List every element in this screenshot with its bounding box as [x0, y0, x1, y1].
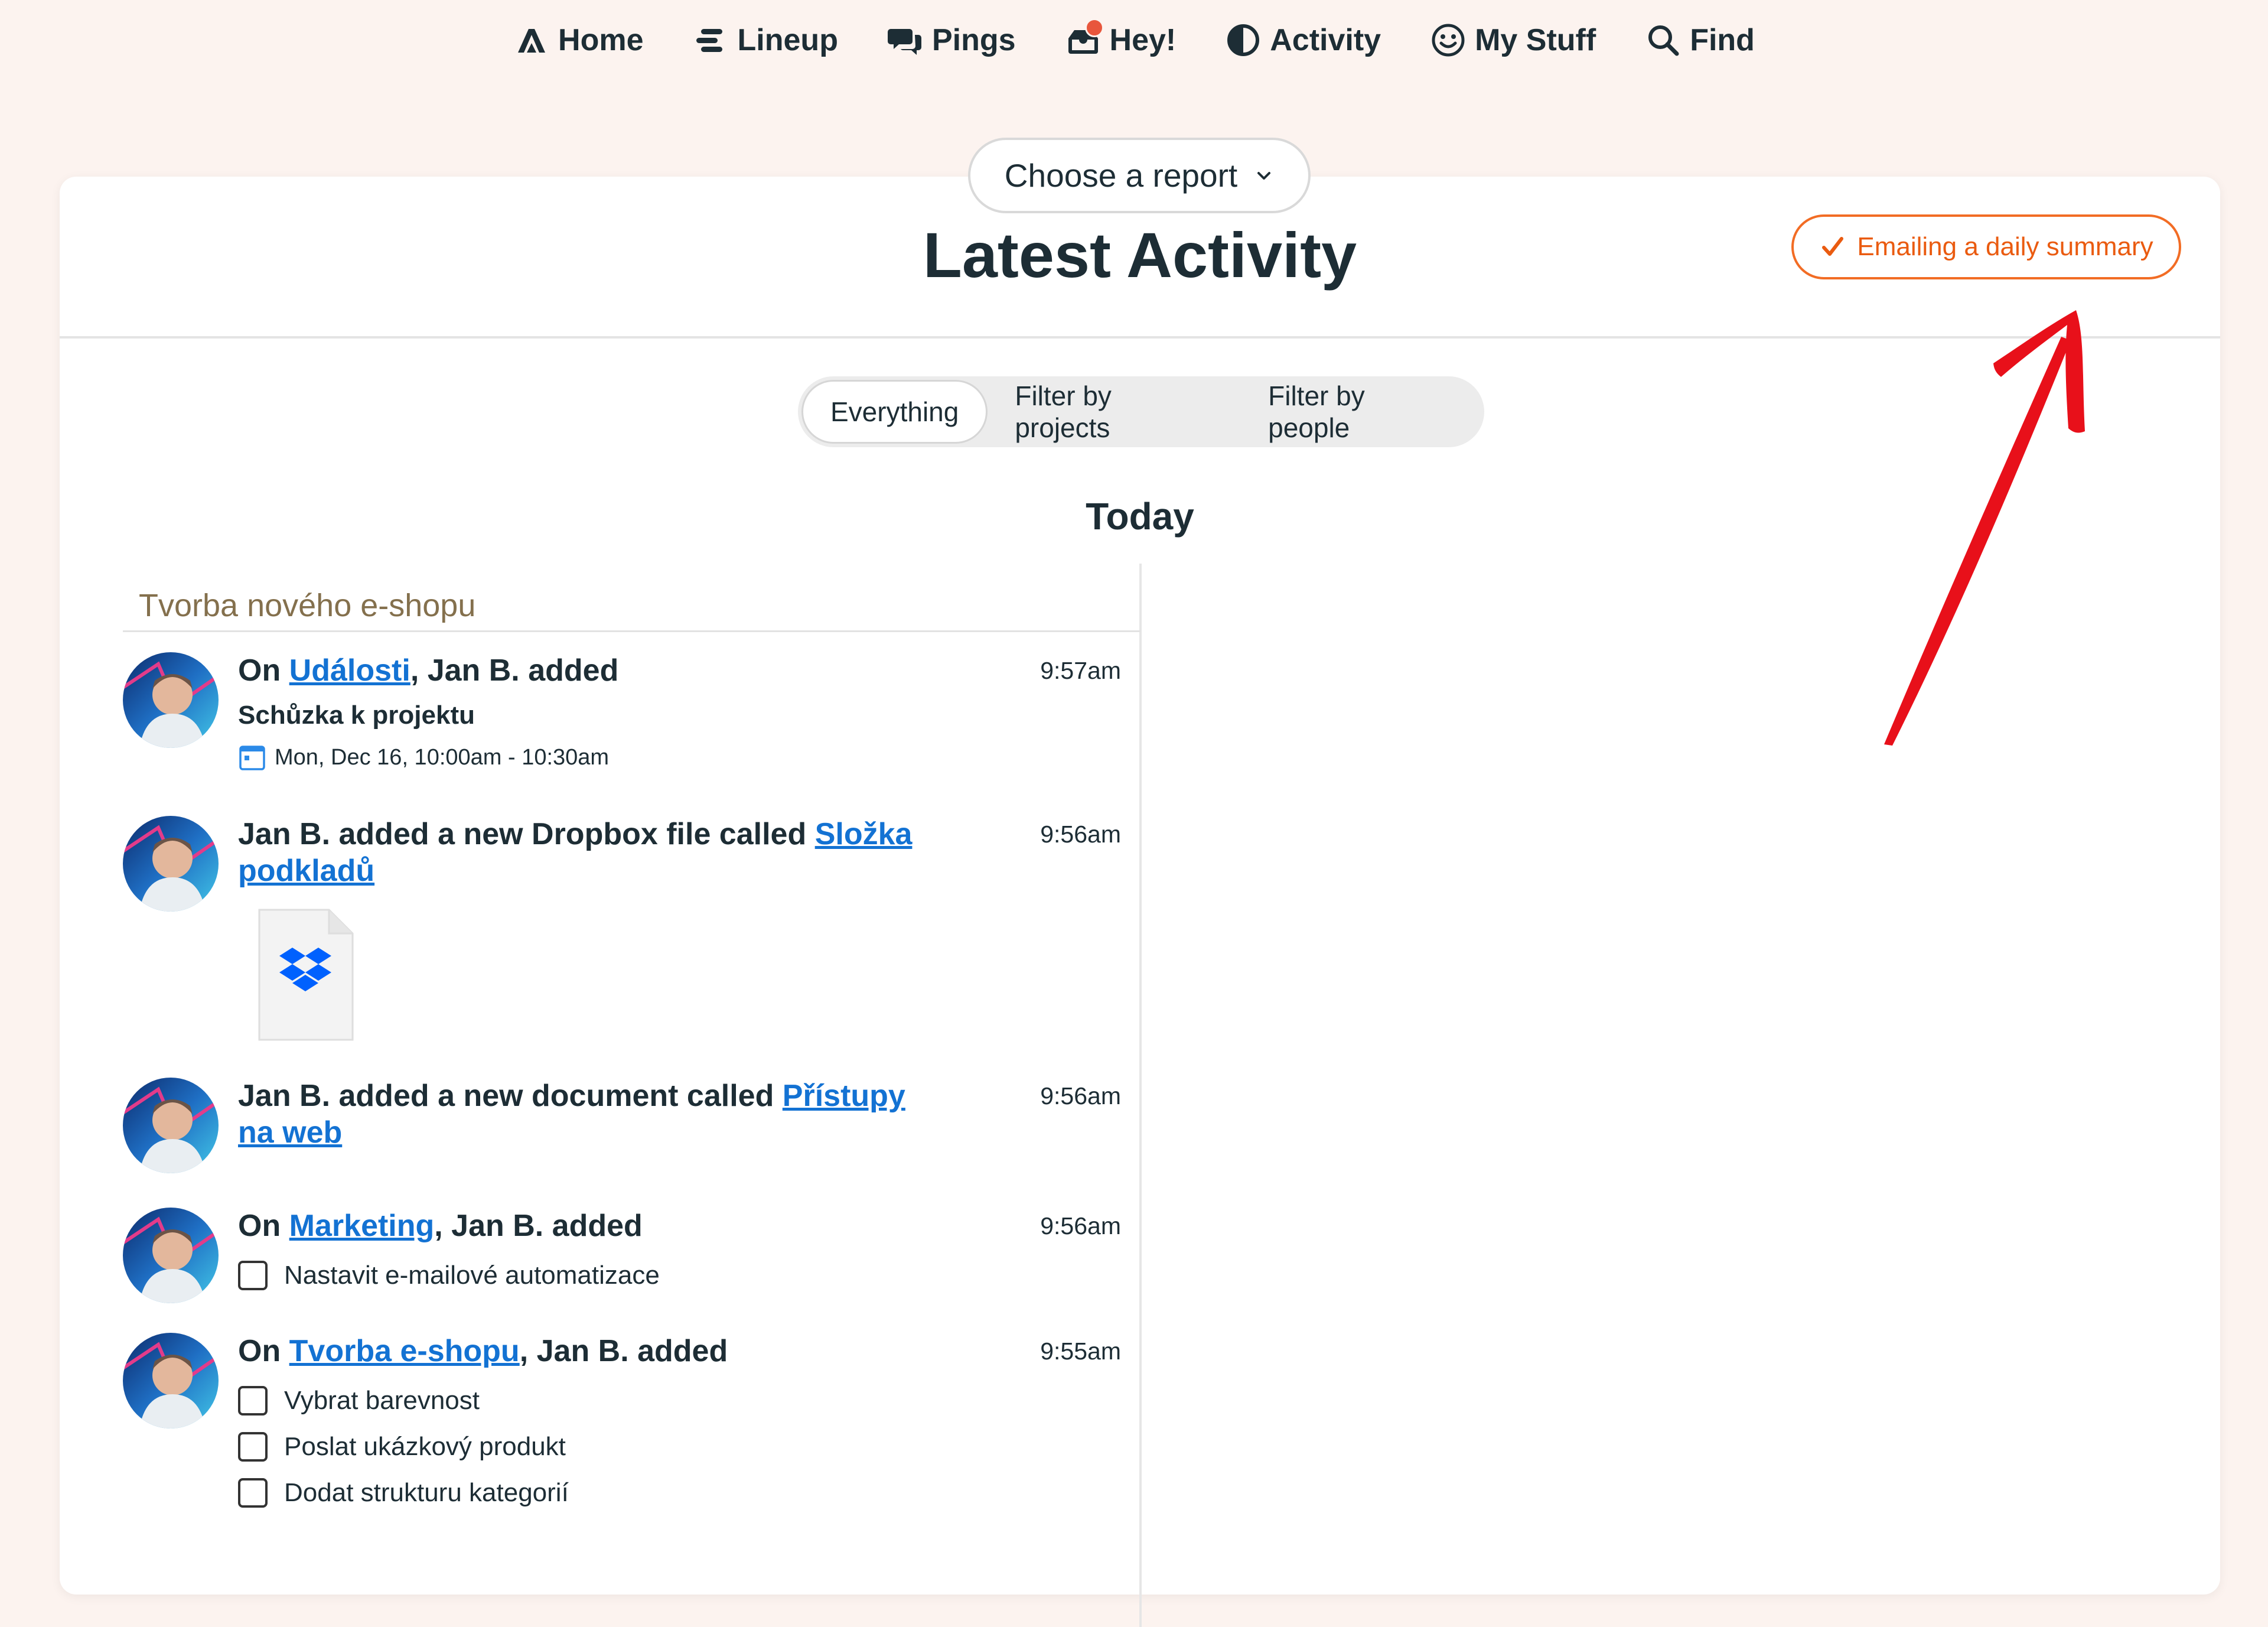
choose-report-dropdown[interactable]: Choose a report — [968, 138, 1311, 213]
entry-body: On Tvorba e-shopu, Jan B. added Vybrat b… — [238, 1333, 935, 1508]
choose-report-label: Choose a report — [1004, 157, 1238, 194]
entry-link[interactable]: Marketing — [289, 1209, 435, 1243]
chevron-down-icon — [1257, 172, 1271, 180]
filter-tabs: Everything Filter by projects Filter by … — [798, 376, 1484, 447]
todo-checkbox[interactable] — [238, 1386, 268, 1416]
todo-item: Nastavit e-mailové automatizace — [238, 1261, 935, 1290]
entry-body: Jan B. added a new document called Příst… — [238, 1078, 935, 1151]
project-divider — [123, 630, 1140, 632]
entry-suffix: , Jan B. added — [519, 1334, 728, 1368]
filter-by-projects[interactable]: Filter by projects — [988, 380, 1241, 444]
todo-item: Vybrat barevnost — [238, 1386, 935, 1416]
filter-by-people[interactable]: Filter by people — [1241, 380, 1481, 444]
event-date-text: Mon, Dec 16, 10:00am - 10:30am — [275, 744, 610, 770]
nav-activity-label: Activity — [1270, 22, 1381, 57]
todo-item: Dodat strukturu kategorií — [238, 1478, 935, 1508]
nav-home[interactable]: Home — [513, 22, 644, 58]
event-title[interactable]: Schůzka k projektu — [238, 701, 935, 730]
entry-time: 9:56am — [1040, 821, 1121, 848]
nav-home-label: Home — [558, 22, 644, 57]
hey-icon — [1065, 18, 1104, 58]
top-navigation: Home Lineup Pings Hey! Activity My Stuff — [0, 0, 2268, 80]
entry-title: On Události, Jan B. added — [238, 652, 935, 689]
nav-hey-label: Hey! — [1109, 22, 1177, 57]
entry-body: On Marketing, Jan B. added Nastavit e-ma… — [238, 1208, 935, 1290]
search-icon — [1645, 22, 1682, 58]
entry-time: 9:56am — [1040, 1082, 1121, 1109]
nav-my-stuff-label: My Stuff — [1475, 22, 1596, 57]
email-summary-label: Emailing a daily summary — [1857, 232, 2153, 261]
entry-link[interactable]: Události — [289, 653, 410, 688]
entry-prefix: On — [238, 1209, 289, 1243]
checkmark-icon — [1822, 237, 1844, 256]
todo-label[interactable]: Nastavit e-mailové automatizace — [284, 1261, 660, 1290]
entry-title: Jan B. added a new document called Příst… — [238, 1078, 935, 1151]
dropbox-icon — [258, 909, 354, 1041]
dropbox-file-thumbnail[interactable] — [256, 907, 356, 1043]
entry-suffix: , Jan B. added — [434, 1209, 643, 1243]
nav-activity[interactable]: Activity — [1225, 22, 1381, 58]
project-name[interactable]: Tvorba nového e-shopu — [139, 587, 475, 624]
activity-icon — [1225, 22, 1262, 58]
entry-title: On Marketing, Jan B. added — [238, 1208, 935, 1244]
todo-checkbox[interactable] — [238, 1432, 268, 1462]
calendar-icon — [239, 746, 265, 770]
entry-time: 9:56am — [1040, 1212, 1121, 1239]
nav-my-stuff[interactable]: My Stuff — [1430, 22, 1596, 58]
nav-hey[interactable]: Hey! — [1065, 18, 1177, 58]
notification-dot — [1084, 18, 1104, 37]
todo-checkbox[interactable] — [238, 1478, 268, 1508]
lineup-icon — [693, 22, 729, 58]
todo-item: Poslat ukázkový produkt — [238, 1432, 935, 1462]
todo-checkbox[interactable] — [238, 1261, 268, 1290]
home-icon — [513, 22, 550, 58]
smiley-icon — [1430, 22, 1467, 58]
entry-suffix: , Jan B. added — [410, 653, 619, 688]
avatar[interactable] — [123, 816, 219, 912]
entry-prefix: Jan B. added a new document called — [238, 1079, 783, 1113]
entry-prefix: Jan B. added a new Dropbox file called — [238, 817, 815, 851]
entry-link[interactable]: Tvorba e-shopu — [289, 1334, 520, 1368]
filter-everything[interactable]: Everything — [801, 380, 988, 444]
nav-pings[interactable]: Pings — [887, 22, 1016, 58]
entry-time: 9:57am — [1040, 657, 1121, 684]
entry-prefix: On — [238, 1334, 289, 1368]
event-date: Mon, Dec 16, 10:00am - 10:30am — [238, 743, 935, 772]
entry-title: Jan B. added a new Dropbox file called S… — [238, 816, 935, 889]
entry-body: On Události, Jan B. added Schůzka k proj… — [238, 652, 935, 772]
pings-icon — [887, 22, 924, 58]
timeline-divider — [1139, 564, 1142, 1627]
annotation-arrow — [1884, 310, 2085, 746]
nav-find[interactable]: Find — [1645, 22, 1755, 58]
avatar[interactable] — [123, 1078, 219, 1173]
todo-label[interactable]: Vybrat barevnost — [284, 1386, 480, 1416]
avatar[interactable] — [123, 1333, 219, 1428]
nav-lineup[interactable]: Lineup — [693, 22, 838, 58]
nav-pings-label: Pings — [931, 22, 1016, 57]
entry-title: On Tvorba e-shopu, Jan B. added — [238, 1333, 935, 1369]
entry-prefix: On — [238, 653, 289, 688]
todo-label[interactable]: Poslat ukázkový produkt — [284, 1432, 566, 1462]
avatar[interactable] — [123, 652, 219, 748]
entry-body: Jan B. added a new Dropbox file called S… — [238, 816, 935, 889]
todo-label[interactable]: Dodat strukturu kategorií — [284, 1478, 569, 1508]
entry-time: 9:55am — [1040, 1338, 1121, 1365]
nav-lineup-label: Lineup — [737, 22, 838, 57]
nav-find-label: Find — [1690, 22, 1755, 57]
email-summary-button[interactable]: Emailing a daily summary — [1791, 214, 2181, 279]
avatar[interactable] — [123, 1208, 219, 1303]
